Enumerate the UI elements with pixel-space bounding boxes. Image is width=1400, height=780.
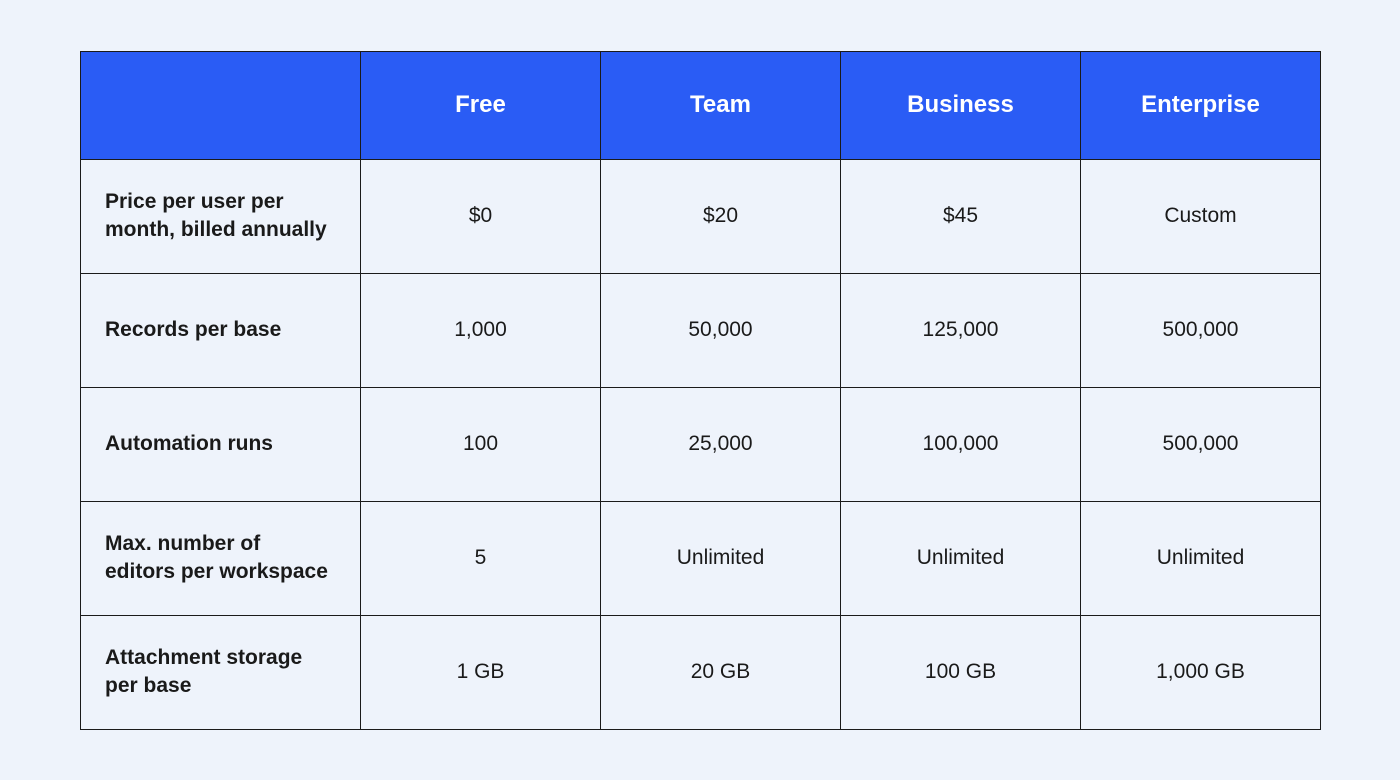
cell-automation-free: 100 xyxy=(361,387,601,501)
cell-price-enterprise: Custom xyxy=(1081,159,1321,273)
cell-storage-business: 100 GB xyxy=(841,615,1081,729)
feature-label-editors: Max. number of editors per workspace xyxy=(81,501,361,615)
plan-header-enterprise: Enterprise xyxy=(1081,51,1321,159)
table-row: Price per user per month, billed annuall… xyxy=(81,159,1321,273)
pricing-table: Free Team Business Enterprise Price per … xyxy=(80,51,1321,730)
pricing-table-container: Free Team Business Enterprise Price per … xyxy=(80,51,1320,730)
cell-records-free: 1,000 xyxy=(361,273,601,387)
header-row: Free Team Business Enterprise xyxy=(81,51,1321,159)
cell-editors-enterprise: Unlimited xyxy=(1081,501,1321,615)
table-row: Max. number of editors per workspace 5 U… xyxy=(81,501,1321,615)
cell-automation-enterprise: 500,000 xyxy=(1081,387,1321,501)
feature-label-storage: Attachment storage per base xyxy=(81,615,361,729)
cell-price-team: $20 xyxy=(601,159,841,273)
table-row: Records per base 1,000 50,000 125,000 50… xyxy=(81,273,1321,387)
table-row: Attachment storage per base 1 GB 20 GB 1… xyxy=(81,615,1321,729)
cell-price-business: $45 xyxy=(841,159,1081,273)
cell-editors-business: Unlimited xyxy=(841,501,1081,615)
cell-records-enterprise: 500,000 xyxy=(1081,273,1321,387)
plan-header-business: Business xyxy=(841,51,1081,159)
header-empty-corner xyxy=(81,51,361,159)
feature-label-automation: Automation runs xyxy=(81,387,361,501)
cell-automation-business: 100,000 xyxy=(841,387,1081,501)
cell-editors-team: Unlimited xyxy=(601,501,841,615)
cell-records-business: 125,000 xyxy=(841,273,1081,387)
plan-header-team: Team xyxy=(601,51,841,159)
feature-label-price: Price per user per month, billed annuall… xyxy=(81,159,361,273)
cell-storage-team: 20 GB xyxy=(601,615,841,729)
plan-header-free: Free xyxy=(361,51,601,159)
cell-automation-team: 25,000 xyxy=(601,387,841,501)
cell-storage-free: 1 GB xyxy=(361,615,601,729)
feature-label-records: Records per base xyxy=(81,273,361,387)
cell-records-team: 50,000 xyxy=(601,273,841,387)
cell-editors-free: 5 xyxy=(361,501,601,615)
cell-price-free: $0 xyxy=(361,159,601,273)
cell-storage-enterprise: 1,000 GB xyxy=(1081,615,1321,729)
table-row: Automation runs 100 25,000 100,000 500,0… xyxy=(81,387,1321,501)
